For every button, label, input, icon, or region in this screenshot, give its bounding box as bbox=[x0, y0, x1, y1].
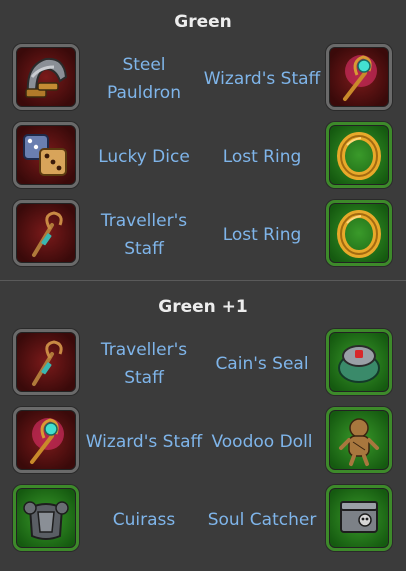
item-name[interactable]: Soul Catcher bbox=[202, 481, 322, 559]
section-green: Green Steel Pauldron Wizard's Staff Luck… bbox=[0, 0, 406, 274]
item-name[interactable]: Voodoo Doll bbox=[202, 403, 322, 481]
cuirass-icon[interactable] bbox=[13, 485, 79, 551]
voodoo-doll-icon[interactable] bbox=[326, 407, 392, 473]
item-row: Wizard's Staff Voodoo Doll bbox=[0, 403, 406, 481]
cains-seal-icon[interactable] bbox=[326, 329, 392, 395]
item-row: Steel Pauldron Wizard's Staff bbox=[0, 40, 406, 118]
item-name[interactable]: Lucky Dice bbox=[84, 118, 204, 196]
item-name[interactable]: Traveller's Staff bbox=[84, 325, 204, 403]
section-title: Green bbox=[174, 12, 232, 32]
item-name[interactable]: Lost Ring bbox=[202, 118, 322, 196]
wizards-staff-icon[interactable] bbox=[13, 407, 79, 473]
lost-ring-icon[interactable] bbox=[326, 122, 392, 188]
item-name[interactable]: Lost Ring bbox=[202, 196, 322, 274]
section-green-plus-1: Green +1 Traveller's Staff Cain's Seal W… bbox=[0, 285, 406, 559]
item-name[interactable]: Traveller's Staff bbox=[84, 196, 204, 274]
item-row: Traveller's Staff Lost Ring bbox=[0, 196, 406, 274]
item-name[interactable]: Cain's Seal bbox=[202, 325, 322, 403]
item-row: Traveller's Staff Cain's Seal bbox=[0, 325, 406, 403]
item-name[interactable]: Wizard's Staff bbox=[202, 40, 322, 118]
section-divider bbox=[0, 280, 406, 281]
item-name[interactable]: Wizard's Staff bbox=[84, 403, 204, 481]
item-name[interactable]: Cuirass bbox=[84, 481, 204, 559]
lost-ring-icon[interactable] bbox=[326, 200, 392, 266]
steel-pauldron-icon[interactable] bbox=[13, 44, 79, 110]
item-row: Lucky Dice Lost Ring bbox=[0, 118, 406, 196]
section-title: Green +1 bbox=[158, 297, 248, 317]
item-row: Cuirass Soul Catcher bbox=[0, 481, 406, 559]
travellers-staff-icon[interactable] bbox=[13, 200, 79, 266]
lucky-dice-icon[interactable] bbox=[13, 122, 79, 188]
soul-catcher-icon[interactable] bbox=[326, 485, 392, 551]
item-name[interactable]: Steel Pauldron bbox=[84, 40, 204, 118]
wizards-staff-icon[interactable] bbox=[326, 44, 392, 110]
travellers-staff-icon[interactable] bbox=[13, 329, 79, 395]
